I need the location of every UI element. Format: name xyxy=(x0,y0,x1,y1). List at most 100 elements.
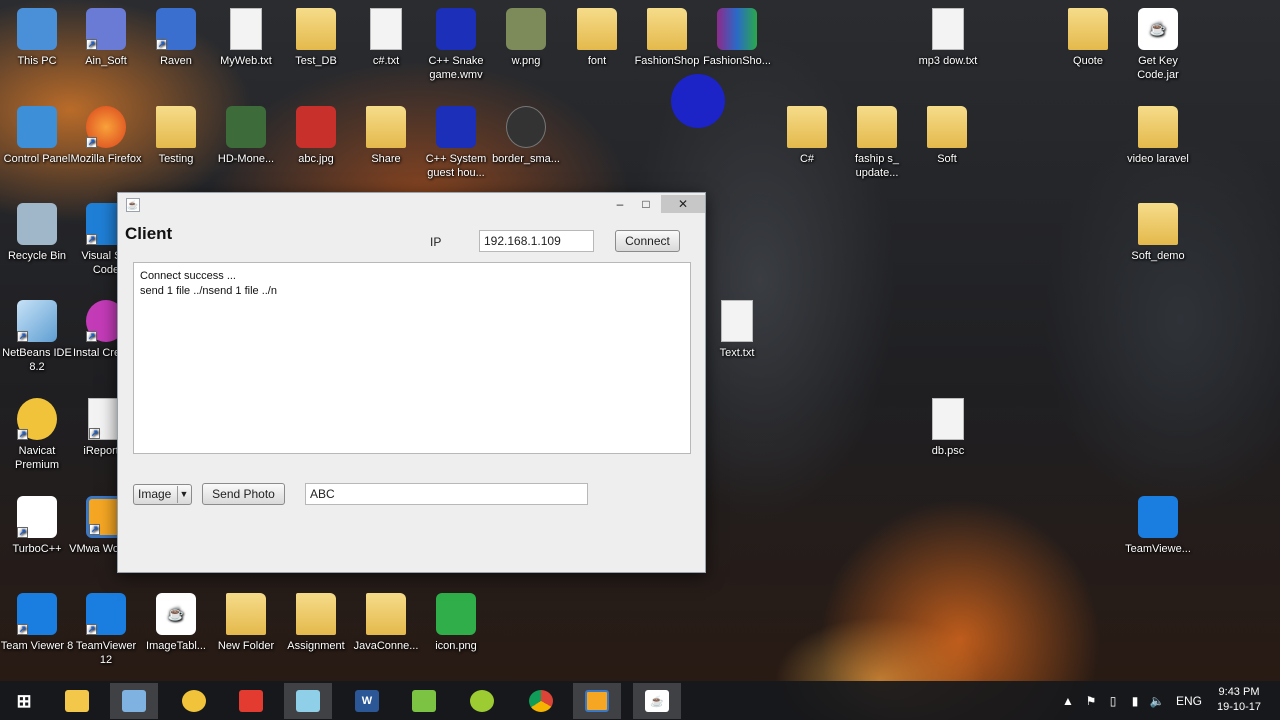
tray-device[interactable]: ▯ xyxy=(1104,681,1122,720)
folder-icon xyxy=(577,8,617,50)
desktop-icon-abc-jpg[interactable]: abc.jpg xyxy=(279,106,353,166)
desktop-icon-fashionshop-archive[interactable]: FashionSho... xyxy=(700,8,774,68)
desktop-icon-icon-png[interactable]: icon.png xyxy=(419,593,493,653)
volume-icon: 🔈 xyxy=(1149,693,1165,708)
netbeans-icon xyxy=(122,690,146,712)
taskbar-netbeans[interactable] xyxy=(110,683,158,719)
connect-button[interactable]: Connect xyxy=(615,230,680,252)
desktop-icon-teamviewer-8[interactable]: ↗ Team Viewer 8 xyxy=(0,593,74,653)
taskbar-clock[interactable]: 9:43 PM 19-10-17 xyxy=(1204,685,1274,715)
file-type-select[interactable]: Image ▼ xyxy=(133,484,192,505)
taskbar-notepad[interactable] xyxy=(284,683,332,719)
desktop-icon-w-png[interactable]: w.png xyxy=(489,8,563,68)
desktop-icon-testing[interactable]: Testing xyxy=(139,106,213,166)
folder-icon xyxy=(226,593,266,635)
desktop-icon-new-folder[interactable]: New Folder xyxy=(209,593,283,653)
desktop-icon-faship-update[interactable]: faship s_ update... xyxy=(840,106,914,180)
desktop-icon-quote[interactable]: Quote xyxy=(1051,8,1125,68)
image-file-icon xyxy=(436,593,476,635)
desktop-icon-this-pc[interactable]: This PC xyxy=(0,8,74,68)
taskbar-file-explorer[interactable] xyxy=(53,683,101,719)
desktop-icon-teamviewer-desktop[interactable]: TeamViewe... xyxy=(1121,496,1195,556)
log-textarea[interactable]: Connect success ... send 1 file ../nsend… xyxy=(133,262,691,454)
client-window[interactable]: ☕ – □ ✕ Client IP 192.168.1.109 Connect … xyxy=(117,192,706,573)
desktop-icon-imagetable[interactable]: ☕ ImageTabl... xyxy=(139,593,213,653)
network-signal-icon: ▮ xyxy=(1131,693,1139,708)
desktop-icon-fashionshop[interactable]: FashionShop xyxy=(630,8,704,68)
desktop-icon-navicat[interactable]: ↗ Navicat Premium xyxy=(0,398,74,472)
chrome-icon xyxy=(529,690,553,712)
java-icon: ☕ xyxy=(645,690,669,712)
taskbar-chrome[interactable] xyxy=(517,683,565,719)
minimize-button[interactable]: – xyxy=(607,195,633,213)
send-photo-button[interactable]: Send Photo xyxy=(202,483,285,505)
taskbar: ⊞ W ☕ ▲ ⚑ ▯ ▮ 🔈 ENG 9:43 PM 19-10-17 xyxy=(0,681,1280,720)
image-file-icon xyxy=(226,106,266,148)
desktop-icon-get-key-code[interactable]: ☕ Get Key Code.jar xyxy=(1121,8,1195,82)
desktop-icon-font[interactable]: font xyxy=(560,8,634,68)
teamviewer-icon: ↗ xyxy=(86,593,126,635)
folder-icon xyxy=(366,106,406,148)
taskbar-vmware[interactable] xyxy=(573,683,621,719)
desktop-icon-db-psc[interactable]: db.psc xyxy=(911,398,985,458)
desktop-icon-javaconnect[interactable]: JavaConne... xyxy=(349,593,423,653)
close-button[interactable]: ✕ xyxy=(661,195,705,213)
tray-flag[interactable]: ⚑ xyxy=(1082,681,1100,720)
image-file-icon xyxy=(506,8,546,50)
folder-icon xyxy=(857,106,897,148)
window-titlebar[interactable]: ☕ – □ ✕ xyxy=(118,193,705,217)
desktop-icon-turboc[interactable]: ↗ TurboC++ xyxy=(0,496,74,556)
desktop-icon-firefox[interactable]: ↗ Mozilla Firefox xyxy=(69,106,143,166)
desktop-icon-netbeans[interactable]: ↗ NetBeans IDE 8.2 xyxy=(0,300,74,374)
taskbar-chameleon[interactable] xyxy=(458,683,506,719)
desktop-icon-cpp-system[interactable]: C++ System guest hou... xyxy=(419,106,493,180)
text-file-icon xyxy=(230,8,262,50)
desktop-icon-csharp-txt[interactable]: c#.txt xyxy=(349,8,423,68)
file-explorer-icon xyxy=(65,690,89,712)
video-file-icon xyxy=(436,8,476,50)
desktop-icon-hd-money[interactable]: HD-Mone... xyxy=(209,106,283,166)
start-button[interactable]: ⊞ xyxy=(0,683,48,719)
desktop-icon-teamviewer-12[interactable]: ↗ TeamViewer 12 xyxy=(69,593,143,667)
language-indicator[interactable]: ENG xyxy=(1172,681,1206,720)
desktop-icon-soft[interactable]: Soft xyxy=(910,106,984,166)
window-heading: Client xyxy=(125,224,173,243)
desktop-icon-mp3-dow[interactable]: mp3 dow.txt xyxy=(911,8,985,68)
log-line: send 1 file ../nsend 1 file ../n xyxy=(140,285,277,297)
tray-network[interactable]: ▮ xyxy=(1126,681,1144,720)
taskbar-android[interactable] xyxy=(400,683,448,719)
desktop-icon-border-small[interactable]: border_sma... xyxy=(489,106,563,166)
folder-icon xyxy=(1138,106,1178,148)
folder-icon xyxy=(366,593,406,635)
desktop-icon-myweb-txt[interactable]: MyWeb.txt xyxy=(209,8,283,68)
taskbar-navicat[interactable] xyxy=(170,683,218,719)
desktop-icon-raven[interactable]: ↗ Raven xyxy=(139,8,213,68)
tray-volume[interactable]: 🔈 xyxy=(1148,681,1166,720)
desktop-icon-soft-demo[interactable]: Soft_demo xyxy=(1121,203,1195,263)
folder-icon xyxy=(1138,203,1178,245)
desktop-icon-recycle-bin[interactable]: Recycle Bin xyxy=(0,203,74,263)
show-hidden-icons-button[interactable]: ▲ xyxy=(1060,681,1076,720)
ip-label: IP xyxy=(430,235,442,249)
desktop-icon-ain-soft[interactable]: ↗ Ain_Soft xyxy=(69,8,143,68)
desktop-icon-text-txt[interactable]: Text.txt xyxy=(700,300,774,360)
desktop-icon-video-laravel[interactable]: video laravel xyxy=(1121,106,1195,166)
desktop-icon-assignment[interactable]: Assignment xyxy=(279,593,353,653)
turboc-icon: ↗ xyxy=(17,496,57,538)
taskbar-word[interactable]: W xyxy=(343,683,391,719)
folder-icon xyxy=(1068,8,1108,50)
ip-input[interactable]: 192.168.1.109 xyxy=(479,230,594,252)
name-input[interactable]: ABC xyxy=(305,483,588,505)
maximize-button[interactable]: □ xyxy=(633,195,659,213)
taskbar-java-app[interactable]: ☕ xyxy=(633,683,681,719)
archive-icon xyxy=(717,8,757,50)
desktop-icon-csharp-folder[interactable]: C# xyxy=(770,106,844,166)
log-line: Connect success ... xyxy=(140,270,236,282)
desktop-icon-test-db[interactable]: Test_DB xyxy=(279,8,353,68)
desktop-icon-snake-game[interactable]: C++ Snake game.wmv xyxy=(419,8,493,82)
desktop-icon-share[interactable]: Share xyxy=(349,106,423,166)
desktop-icon-control-panel[interactable]: Control Panel xyxy=(0,106,74,166)
shortcut-icon: ↗ xyxy=(156,8,196,50)
taskbar-acrobat[interactable] xyxy=(227,683,275,719)
word-icon: W xyxy=(355,690,379,712)
